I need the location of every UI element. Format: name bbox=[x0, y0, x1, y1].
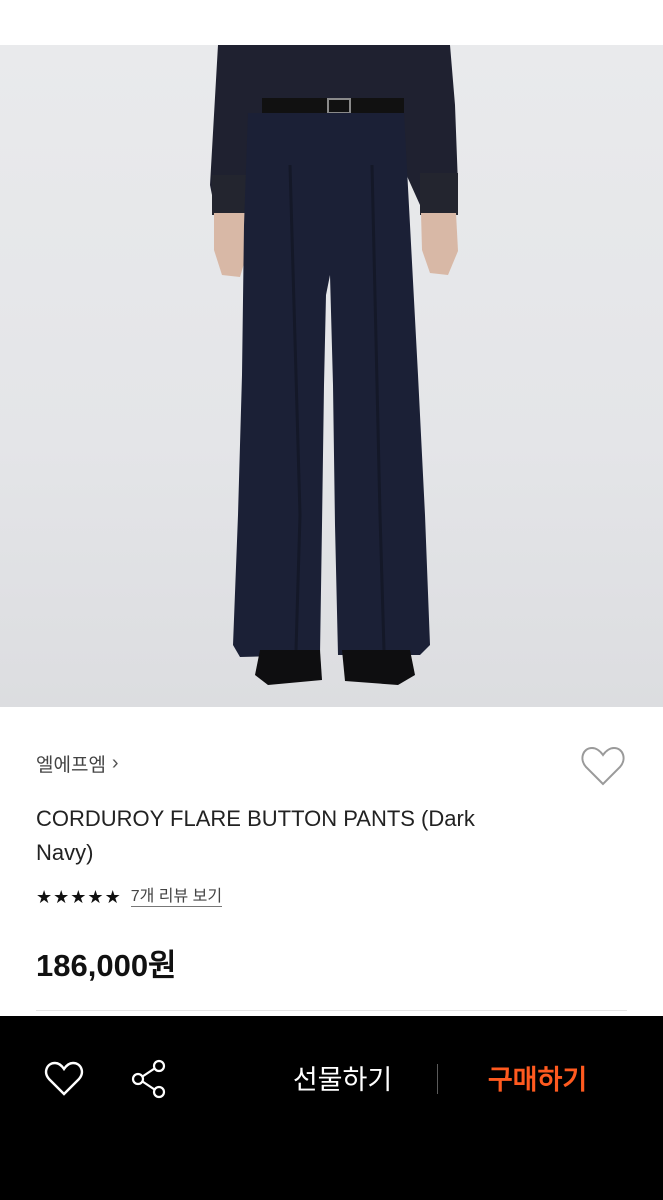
chevron-right-icon: › bbox=[111, 752, 119, 774]
star-icon: ★ bbox=[53, 887, 70, 907]
product-price: 186,000원 bbox=[36, 948, 177, 983]
gift-button[interactable]: 선물하기 bbox=[270, 1058, 415, 1102]
product-photo-illustration bbox=[210, 45, 458, 685]
heart-outline-icon[interactable] bbox=[580, 744, 626, 788]
share-icon[interactable] bbox=[130, 1058, 168, 1100]
rating-row: ★ ★ ★ ★ ★ 7개 리뷰 보기 bbox=[36, 887, 223, 907]
reviews-link[interactable]: 7개 리뷰 보기 bbox=[130, 888, 223, 907]
brand-name: 엘에프엠 bbox=[36, 755, 106, 776]
product-title: CORDUROY FLARE BUTTON PANTS (Dark Navy) bbox=[36, 806, 475, 865]
divider bbox=[36, 1010, 627, 1011]
top-strip bbox=[0, 0, 663, 45]
star-icon: ★ bbox=[87, 887, 104, 907]
bottom-bar-separator bbox=[437, 1064, 438, 1094]
buy-button[interactable]: 구매하기 bbox=[465, 1058, 610, 1102]
brand-link[interactable]: 엘에프엠 › bbox=[36, 750, 119, 777]
star-icon: ★ bbox=[36, 887, 53, 907]
star-icon: ★ bbox=[70, 887, 87, 907]
star-icon: ★ bbox=[104, 887, 121, 907]
star-rating: ★ ★ ★ ★ ★ bbox=[36, 887, 121, 907]
heart-outline-icon[interactable] bbox=[44, 1060, 84, 1098]
bottom-action-bar bbox=[0, 1016, 663, 1200]
product-image[interactable] bbox=[0, 45, 663, 707]
